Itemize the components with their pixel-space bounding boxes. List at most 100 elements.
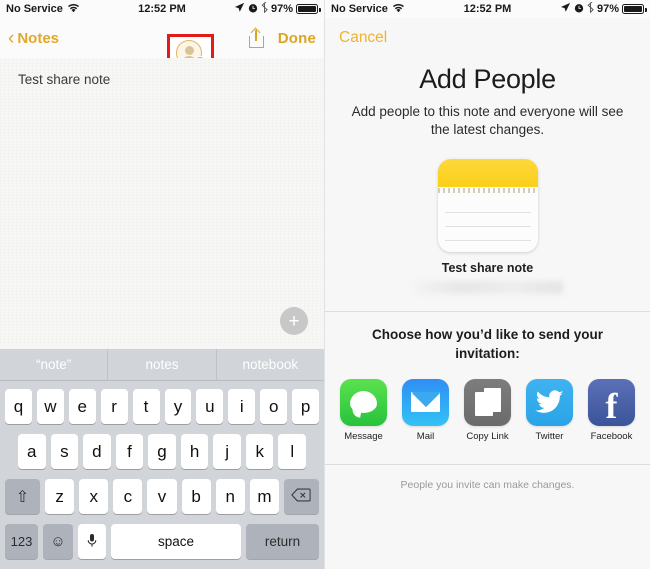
- share-option-label: Mail: [416, 430, 435, 442]
- share-option-label: Message: [344, 430, 383, 442]
- status-bar-left-group: No Service: [331, 3, 405, 16]
- bluetooth-icon: [587, 0, 594, 16]
- status-bar-right-group: 97%: [234, 0, 321, 16]
- share-option-twitter[interactable]: Twitter: [524, 378, 576, 442]
- key-j[interactable]: j: [213, 434, 241, 469]
- share-option-copy-link[interactable]: Copy Link: [462, 378, 514, 442]
- smiley-face-icon: ☺: [50, 533, 66, 550]
- keyboard-row-2: a s d f g h j k l: [2, 433, 322, 470]
- battery-icon: [296, 4, 321, 14]
- share-option-label: Twitter: [535, 430, 564, 442]
- status-bar-right: No Service 12:52 PM 97%: [325, 0, 650, 18]
- left-screen-note-editor: No Service 12:52 PM 97% ‹ Notes Done Tes…: [0, 0, 325, 569]
- key-w[interactable]: w: [36, 389, 64, 424]
- key-n[interactable]: n: [215, 479, 245, 514]
- wifi-icon: [392, 3, 405, 16]
- on-screen-keyboard: “note” notes notebook q w e r t y u i o …: [0, 349, 324, 569]
- bluetooth-icon: [261, 0, 268, 16]
- note-preview: Test share note: [325, 159, 650, 295]
- numbers-key[interactable]: 123: [5, 524, 38, 559]
- page-subtitle: Add people to this note and everyone wil…: [351, 104, 624, 138]
- note-document-icon: [437, 159, 538, 253]
- prediction-item[interactable]: notebook: [215, 349, 324, 380]
- alarm-clock-icon: [248, 3, 258, 16]
- key-d[interactable]: d: [83, 434, 111, 469]
- delete-backspace-icon: [291, 487, 312, 507]
- done-button[interactable]: Done: [278, 30, 316, 47]
- back-to-notes-button[interactable]: ‹ Notes: [8, 29, 59, 48]
- key-c[interactable]: c: [113, 479, 143, 514]
- key-o[interactable]: o: [260, 389, 288, 424]
- key-q[interactable]: q: [4, 389, 32, 424]
- twitter-bird-icon: [526, 378, 573, 426]
- shift-key[interactable]: ⇧: [5, 479, 40, 514]
- key-l[interactable]: l: [278, 434, 307, 469]
- modal-top-bar: Cancel: [325, 18, 650, 58]
- facebook-f-icon: f: [588, 378, 635, 426]
- carrier-label: No Service: [331, 3, 388, 15]
- note-body-text: Test share note: [18, 72, 111, 87]
- key-m[interactable]: m: [249, 479, 279, 514]
- key-k[interactable]: k: [245, 434, 274, 469]
- footer-note-label: People you invite can make changes.: [400, 478, 575, 491]
- right-screen-add-people: No Service 12:52 PM 97% Cancel Add Peopl…: [325, 0, 650, 569]
- share-option-mail[interactable]: Mail: [400, 378, 452, 442]
- key-b[interactable]: b: [181, 479, 211, 514]
- key-h[interactable]: h: [180, 434, 209, 469]
- back-button-label: Notes: [17, 29, 60, 47]
- alarm-clock-icon: [574, 3, 584, 16]
- prediction-item[interactable]: notes: [107, 349, 215, 380]
- cancel-button[interactable]: Cancel: [339, 29, 387, 47]
- delete-key[interactable]: [283, 479, 319, 514]
- keyboard-row-1: q w e r t y u i o p: [2, 388, 322, 425]
- key-y[interactable]: y: [164, 389, 192, 424]
- key-s[interactable]: s: [50, 434, 79, 469]
- microphone-icon: [87, 533, 97, 551]
- message-bubble-icon: [340, 378, 387, 426]
- status-bar-left: No Service 12:52 PM 97%: [0, 0, 324, 18]
- share-options-row: Message Mail Copy Link Twitter f Faceboo…: [325, 378, 650, 442]
- prediction-item[interactable]: “note”: [0, 349, 107, 380]
- keyboard-row-4: 123 ☺ space return: [2, 523, 322, 560]
- chevron-left-icon: ‹: [8, 27, 15, 49]
- share-upload-icon[interactable]: [248, 27, 264, 48]
- add-attachment-button[interactable]: +: [280, 307, 308, 335]
- dual-screenshot-container: No Service 12:52 PM 97% ‹ Notes Done Tes…: [0, 0, 650, 569]
- nav-right-actions: Done: [248, 27, 316, 48]
- key-p[interactable]: p: [292, 389, 320, 424]
- key-g[interactable]: g: [148, 434, 176, 469]
- key-r[interactable]: r: [100, 389, 128, 424]
- wifi-icon: [67, 3, 80, 16]
- redacted-text-blur: [412, 281, 563, 295]
- dictation-key[interactable]: [78, 524, 106, 559]
- key-u[interactable]: u: [196, 389, 224, 424]
- mail-envelope-icon: [402, 378, 449, 426]
- key-e[interactable]: e: [68, 389, 96, 424]
- space-key[interactable]: space: [111, 524, 241, 559]
- key-t[interactable]: t: [132, 389, 160, 424]
- battery-percent-label: 97%: [596, 3, 619, 15]
- key-x[interactable]: x: [79, 479, 109, 514]
- key-i[interactable]: i: [228, 389, 256, 424]
- note-icon-header: [437, 159, 538, 188]
- location-arrow-icon: [560, 2, 571, 16]
- emoji-key[interactable]: ☺: [43, 524, 73, 559]
- copy-pages-icon: [464, 378, 511, 426]
- key-a[interactable]: a: [17, 434, 46, 469]
- location-arrow-icon: [234, 2, 245, 16]
- keyboard-row-3: ⇧ z x c v b n m: [2, 478, 322, 515]
- key-v[interactable]: v: [147, 479, 177, 514]
- share-option-label: Facebook: [590, 430, 633, 442]
- key-z[interactable]: z: [45, 479, 75, 514]
- note-icon-lines: [438, 193, 538, 242]
- key-f[interactable]: f: [115, 434, 144, 469]
- page-title: Add People: [419, 64, 556, 94]
- status-bar-left-group: No Service: [6, 3, 80, 16]
- plus-icon: +: [288, 310, 300, 332]
- share-option-facebook[interactable]: f Facebook: [586, 378, 638, 442]
- note-content-area[interactable]: Test share note +: [0, 58, 324, 349]
- share-option-message[interactable]: Message: [338, 378, 390, 442]
- note-preview-title: Test share note: [441, 261, 534, 276]
- return-key[interactable]: return: [246, 524, 319, 559]
- battery-percent-label: 97%: [270, 3, 293, 15]
